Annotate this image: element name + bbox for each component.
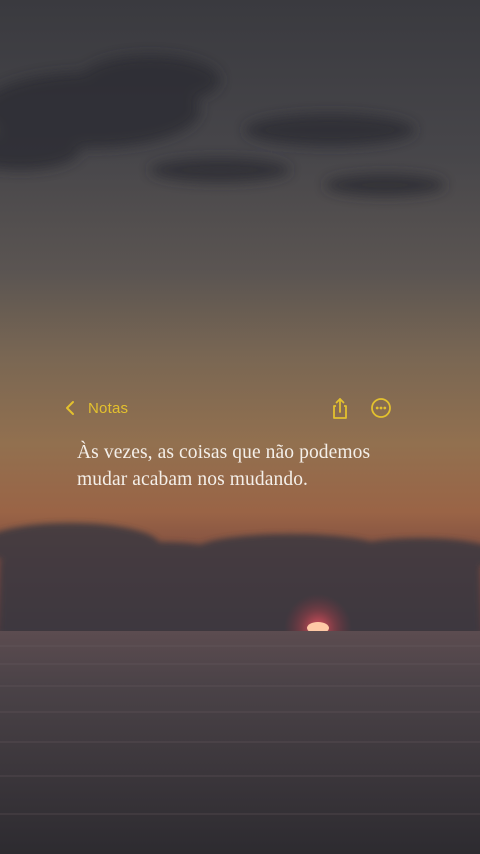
notes-screen: Notas Às vezes, as coisas que não podemo… <box>0 0 480 854</box>
note-line: mudar acabam nos mudando. <box>77 469 309 490</box>
share-icon <box>333 398 347 419</box>
note-line: Às vezes, as coisas que não podemos <box>77 442 371 463</box>
note-text[interactable]: Às vezes, as coisas que não podemos muda… <box>77 439 417 493</box>
chevron-left-icon <box>66 401 74 415</box>
note-toolbar: Notas <box>62 394 402 422</box>
back-to-notes-button[interactable]: Notas <box>62 394 128 422</box>
back-label: Notas <box>88 399 129 417</box>
sunset-background <box>0 0 480 854</box>
ellipsis-circle-icon <box>371 398 391 418</box>
share-button[interactable] <box>326 394 354 422</box>
more-options-button[interactable] <box>367 394 395 422</box>
